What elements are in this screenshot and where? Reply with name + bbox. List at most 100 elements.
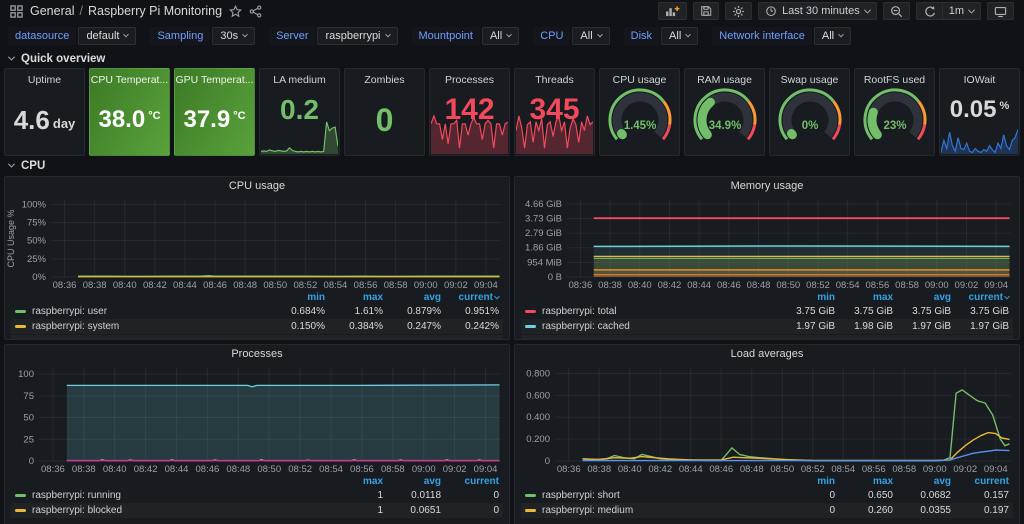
- series-color-marker: [15, 509, 26, 512]
- dashboards-grid-icon[interactable]: [10, 5, 23, 18]
- filter-value-dropdown[interactable]: All: [572, 27, 609, 45]
- clipped-legend-row: [11, 335, 503, 340]
- legend: minmaxavgcurrent raspberrypi: total 3.75 G…: [515, 291, 1019, 340]
- svg-text:08:40: 08:40: [618, 464, 642, 475]
- legend-sort-min[interactable]: min: [777, 476, 835, 487]
- legend-sort-current[interactable]: current: [441, 292, 499, 303]
- kiosk-mode-button[interactable]: [987, 2, 1014, 20]
- svg-text:08:58: 08:58: [381, 464, 405, 475]
- chart-panel-cpu-usage: CPU usage08:3608:3808:4008:4208:4408:460…: [4, 176, 510, 340]
- section-header-cpu[interactable]: CPU: [0, 156, 1024, 174]
- svg-text:08:58: 08:58: [892, 464, 916, 475]
- svg-text:08:58: 08:58: [384, 280, 408, 291]
- plot-area[interactable]: 08:3608:3808:4008:4208:4408:4608:4808:50…: [515, 195, 1019, 291]
- breadcrumb-section[interactable]: General: [30, 4, 74, 18]
- svg-text:09:02: 09:02: [444, 280, 468, 291]
- legend-sort-avg[interactable]: avg: [893, 292, 951, 303]
- legend-value: 1.61%: [325, 306, 383, 317]
- legend-sort-min[interactable]: min: [267, 292, 325, 303]
- panel-title[interactable]: Swap usage: [770, 69, 849, 86]
- section-header-quick-overview[interactable]: Quick overview: [0, 49, 1024, 67]
- panel-title[interactable]: Processes: [5, 345, 509, 363]
- filter-value-dropdown[interactable]: default: [78, 27, 136, 45]
- stat-panel-iowait: IOWait0.05%: [939, 68, 1020, 156]
- legend-sort-avg[interactable]: avg: [383, 476, 441, 487]
- star-icon[interactable]: [229, 5, 242, 18]
- legend-sort-max[interactable]: max: [325, 292, 383, 303]
- time-series-plot[interactable]: 08:3608:3808:4008:4208:4408:4608:4808:50…: [515, 363, 1019, 475]
- legend-series-name[interactable]: raspberrypi: medium: [525, 505, 777, 516]
- filter-value-dropdown[interactable]: raspberrypi: [317, 27, 397, 45]
- panel-title[interactable]: RAM usage: [685, 69, 764, 86]
- legend-sort-avg[interactable]: avg: [383, 292, 441, 303]
- time-series-plot[interactable]: 08:3608:3808:4008:4208:4408:4608:4808:50…: [5, 363, 509, 475]
- dashboard-settings-button[interactable]: [725, 2, 752, 20]
- plot-area[interactable]: 08:3608:3808:4008:4208:4408:4608:4808:50…: [5, 363, 509, 475]
- legend-series-name[interactable]: raspberrypi: blocked: [15, 505, 325, 516]
- legend-sort-min[interactable]: min: [777, 292, 835, 303]
- legend-series-name[interactable]: raspberrypi: cached: [525, 321, 777, 332]
- legend-value: 0.0682: [893, 490, 951, 501]
- plot-area[interactable]: 08:3608:3808:4008:4208:4408:4608:4808:50…: [515, 363, 1019, 475]
- svg-text:08:40: 08:40: [113, 280, 137, 291]
- legend-value: 0: [777, 490, 835, 501]
- legend-value: 1.97 GiB: [777, 321, 835, 332]
- series-color-marker: [525, 509, 536, 512]
- legend-sort-current[interactable]: current: [951, 292, 1009, 303]
- plot-area[interactable]: 08:3608:3808:4008:4208:4408:4608:4808:50…: [5, 195, 509, 291]
- filter-value-dropdown[interactable]: All: [661, 27, 698, 45]
- page-title: Raspberry Pi Monitoring: [88, 4, 222, 18]
- time-range-picker[interactable]: Last 30 minutes: [758, 2, 877, 20]
- legend-series-name[interactable]: raspberrypi: short: [525, 490, 777, 501]
- filter-value-dropdown[interactable]: 30s: [212, 27, 255, 45]
- panel-title[interactable]: CPU Temperat...: [90, 69, 169, 86]
- template-variables-row: datasourcedefaultSampling30sServerraspbe…: [0, 22, 1024, 49]
- stat-panel-cpu-usage: CPU usage1.45%: [599, 68, 680, 156]
- chevron-down-icon: [385, 32, 391, 38]
- legend-row: raspberrypi: medium00.2600.03550.197: [521, 503, 1013, 518]
- legend-sort-avg[interactable]: avg: [893, 476, 951, 487]
- refresh-interval-dropdown[interactable]: 1m: [943, 2, 981, 20]
- legend-sort-label: min: [817, 476, 835, 487]
- legend-value: 1: [325, 490, 383, 501]
- panel-title[interactable]: GPU Temperat...: [175, 69, 254, 86]
- legend-value: 3.75 GiB: [835, 306, 893, 317]
- svg-text:2.79 GiB: 2.79 GiB: [525, 228, 562, 239]
- time-series-plot[interactable]: 08:3608:3808:4008:4208:4408:4608:4808:50…: [5, 195, 509, 291]
- stat-panel-la-medium: LA medium0.2: [259, 68, 340, 156]
- legend-sort-current[interactable]: current: [951, 476, 1009, 487]
- zoom-out-time-button[interactable]: [883, 2, 910, 20]
- filter-datasource: datasourcedefault: [8, 27, 136, 45]
- filter-value-dropdown[interactable]: All: [814, 27, 851, 45]
- save-dashboard-button[interactable]: [693, 2, 719, 20]
- legend-row: raspberrypi: total3.75 GiB3.75 GiB3.75 G…: [521, 304, 1013, 319]
- panel-title[interactable]: Uptime: [5, 69, 84, 86]
- panel-title[interactable]: RootFS used: [855, 69, 934, 86]
- add-panel-button[interactable]: [658, 2, 687, 20]
- legend-series-name[interactable]: raspberrypi: running: [15, 490, 325, 501]
- refresh-button[interactable]: [916, 2, 943, 20]
- panel-title[interactable]: CPU usage: [5, 177, 509, 195]
- legend-series-name[interactable]: raspberrypi: total: [525, 306, 777, 317]
- legend-sort-max[interactable]: max: [325, 476, 383, 487]
- stat-value-unit: °C: [148, 110, 160, 122]
- panel-title[interactable]: CPU usage: [600, 69, 679, 86]
- panel-title[interactable]: Zombies: [345, 69, 424, 86]
- svg-text:08:36: 08:36: [557, 464, 581, 475]
- legend-sort-label: min: [817, 292, 835, 303]
- panel-title[interactable]: Memory usage: [515, 177, 1019, 195]
- legend-sort-max[interactable]: max: [835, 476, 893, 487]
- legend-series-name[interactable]: raspberrypi: user: [15, 306, 267, 317]
- filter-value-dropdown[interactable]: All: [482, 27, 519, 45]
- legend-row: raspberrypi: blocked10.06510: [11, 503, 503, 518]
- legend-sort-current[interactable]: current: [441, 476, 499, 487]
- panel-title[interactable]: Load averages: [515, 345, 1019, 363]
- legend-series-label: raspberrypi: user: [32, 306, 107, 317]
- svg-text:08:50: 08:50: [263, 280, 287, 291]
- filter-value: 30s: [220, 30, 238, 42]
- legend-series-name[interactable]: raspberrypi: system: [15, 321, 267, 332]
- filter-value: All: [822, 30, 834, 42]
- time-series-plot[interactable]: 08:3608:3808:4008:4208:4408:4608:4808:50…: [515, 195, 1019, 291]
- share-icon[interactable]: [249, 5, 262, 18]
- legend-sort-max[interactable]: max: [835, 292, 893, 303]
